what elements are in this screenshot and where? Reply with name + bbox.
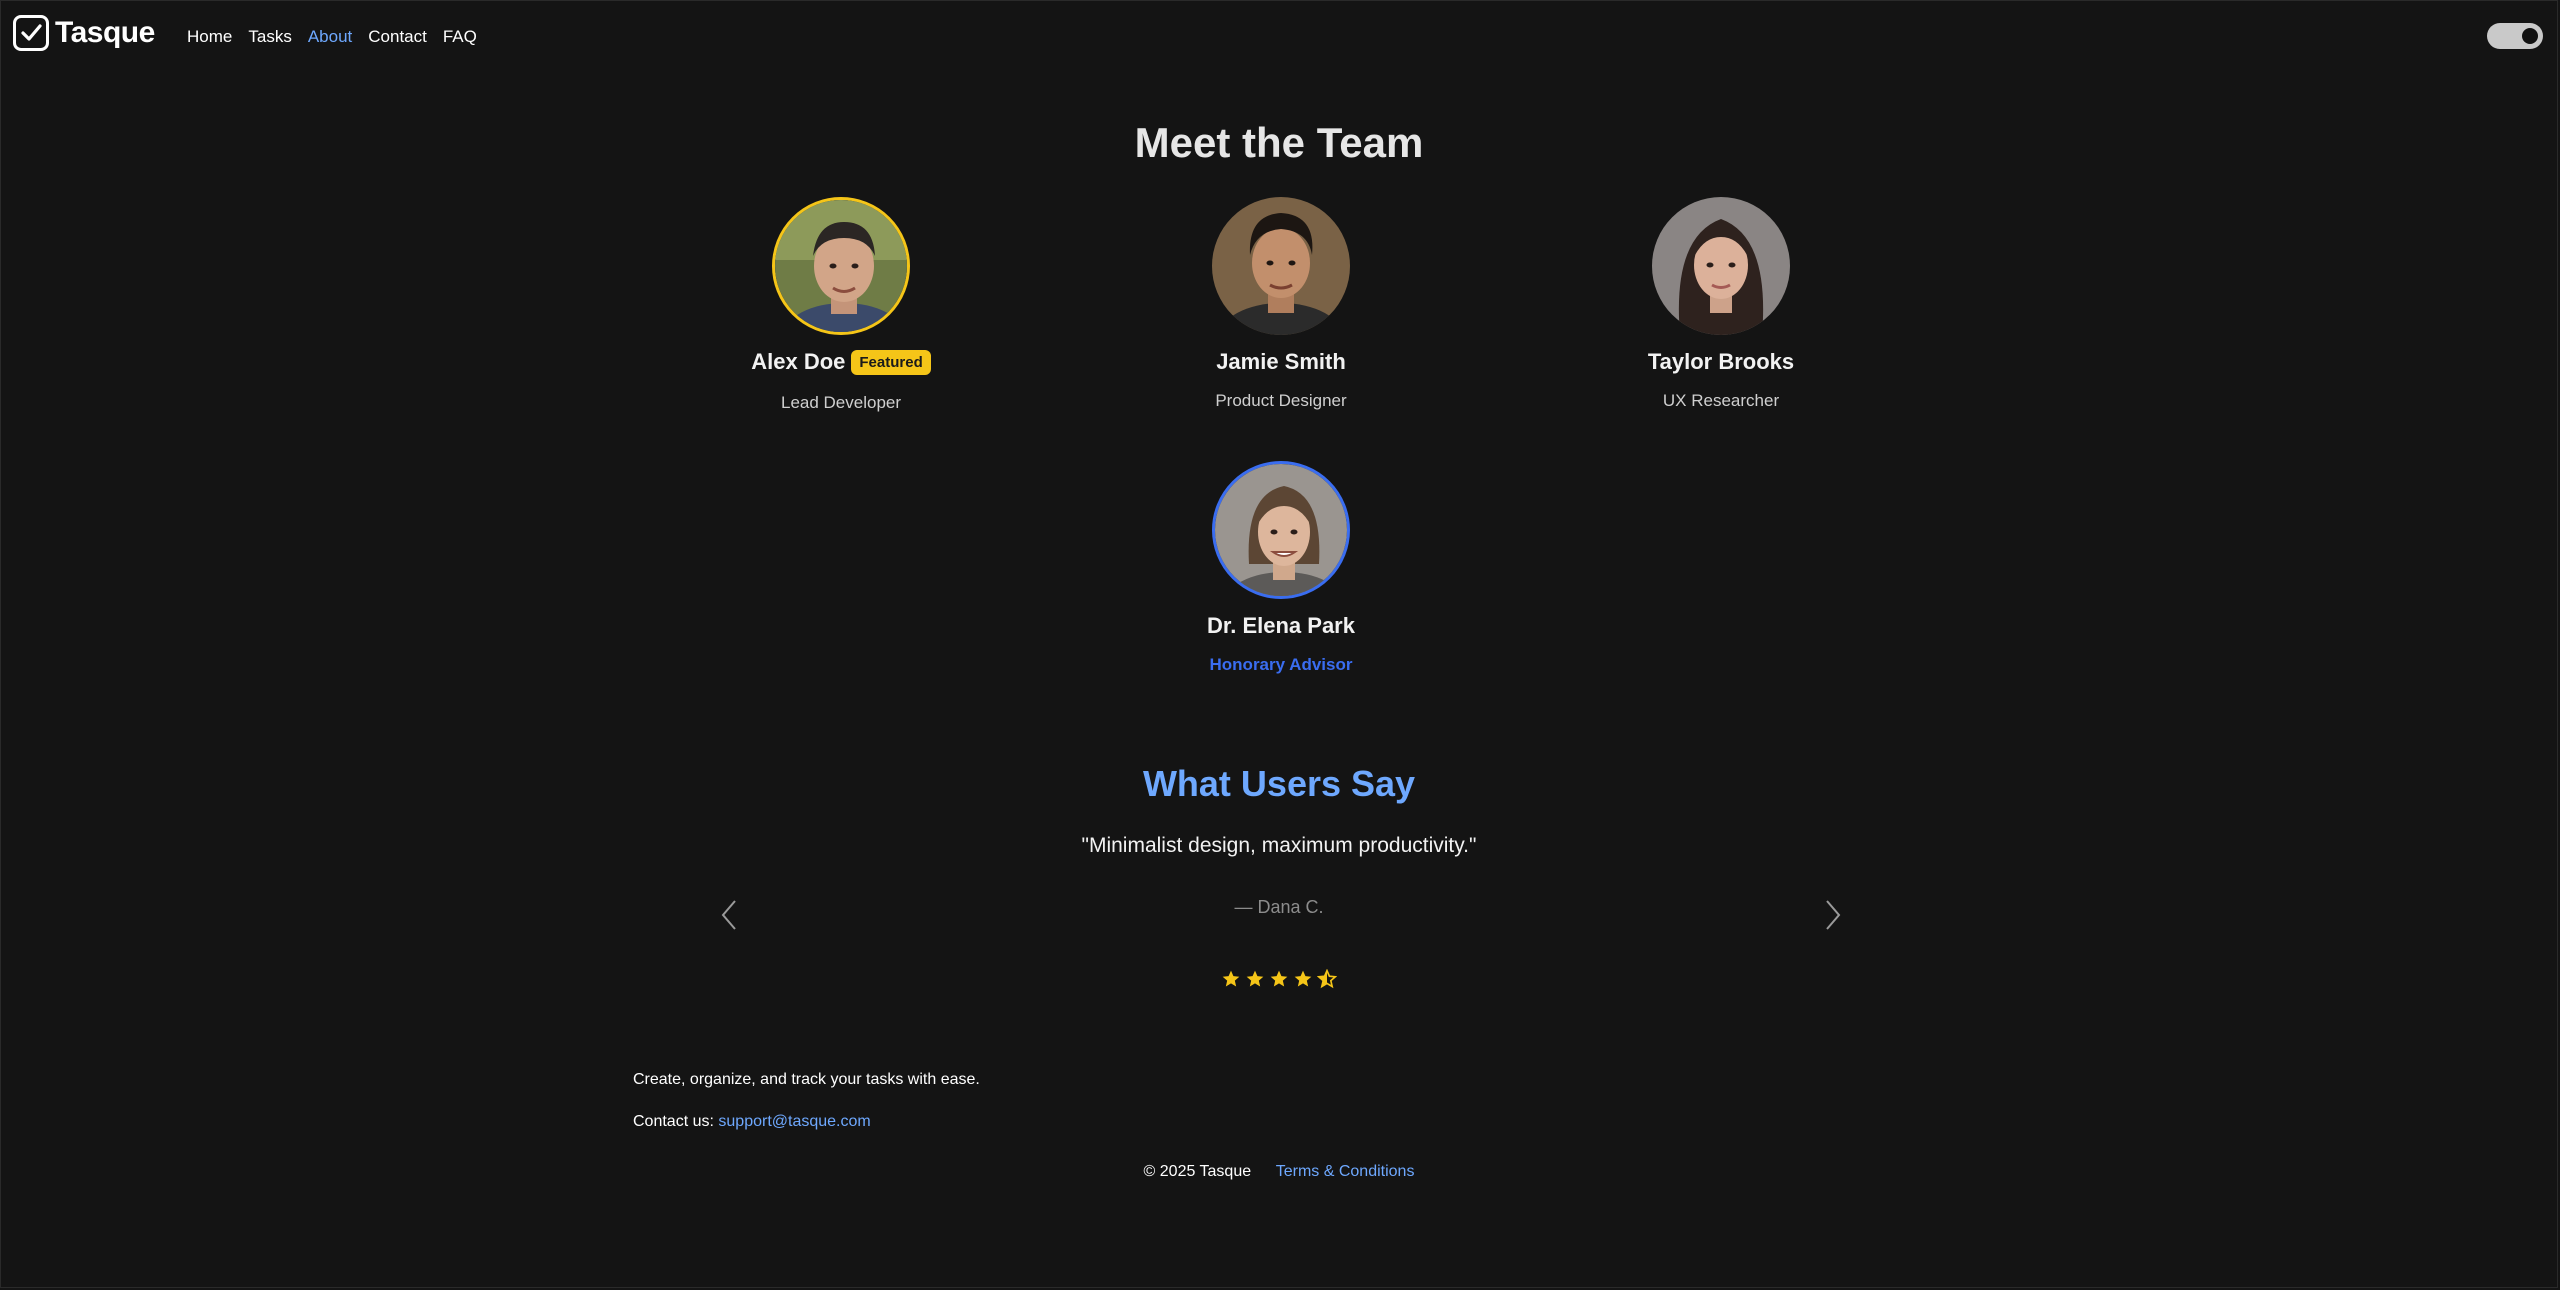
rating-stars <box>1 969 2557 989</box>
checkmark-logo-icon <box>13 15 49 51</box>
testimonial-author: — Dana C. <box>1234 897 1324 917</box>
nav-about[interactable]: About <box>308 27 352 47</box>
contact-label: Contact us: <box>633 1113 714 1130</box>
team-member-alex-doe: Alex Doe Featured Lead Developer <box>691 197 991 413</box>
copyright-text: © 2025 Tasque <box>1143 1163 1252 1180</box>
footer-contact: Contact us: support@tasque.com <box>633 1113 871 1131</box>
logo[interactable]: Tasque <box>13 15 155 51</box>
carousel-next-button[interactable] <box>1817 897 1847 933</box>
footer-bottom: © 2025 Tasque Terms & Conditions <box>1 1163 2557 1181</box>
team-member-elena-park: Dr. Elena Park Honorary Advisor <box>1131 461 1431 675</box>
team-member-jamie-smith: Jamie Smith Product Designer <box>1131 197 1431 411</box>
member-name-row: Dr. Elena Park <box>1131 613 1431 639</box>
nav-tasks[interactable]: Tasks <box>248 27 291 47</box>
navbar: Tasque Home Tasks About Contact FAQ <box>1 1 2557 73</box>
avatar <box>772 197 910 335</box>
page: Tasque Home Tasks About Contact FAQ Meet… <box>0 0 2558 1288</box>
footer-tagline: Create, organize, and track your tasks w… <box>633 1071 980 1088</box>
member-role: Product Designer <box>1215 391 1347 410</box>
nav-faq[interactable]: FAQ <box>443 27 477 47</box>
team-member-taylor-brooks: Taylor Brooks UX Researcher <box>1571 197 1871 411</box>
star-icon <box>1294 970 1312 987</box>
member-role: Lead Developer <box>780 393 902 412</box>
nav-contact[interactable]: Contact <box>368 27 427 47</box>
terms-link[interactable]: Terms & Conditions <box>1276 1163 1415 1180</box>
member-role: Honorary Advisor <box>1209 655 1353 674</box>
member-name-row: Taylor Brooks <box>1571 349 1871 375</box>
chevron-right-icon <box>1826 900 1841 930</box>
contact-email-link[interactable]: support@tasque.com <box>718 1113 870 1130</box>
nav-home[interactable]: Home <box>187 27 232 47</box>
member-name: Jamie Smith <box>1216 349 1346 374</box>
member-name: Dr. Elena Park <box>1207 613 1355 638</box>
member-name-row: Jamie Smith <box>1131 349 1431 375</box>
team-title: Meet the Team <box>1134 119 1424 166</box>
star-icon <box>1270 970 1288 987</box>
chevron-left-icon <box>721 900 736 930</box>
star-icon <box>1222 970 1240 987</box>
star-half-icon <box>1317 969 1337 989</box>
carousel-prev-button[interactable] <box>715 897 745 933</box>
avatar <box>1212 197 1350 335</box>
member-role: UX Researcher <box>1662 391 1780 410</box>
avatar <box>1652 197 1790 335</box>
logo-text: Tasque <box>55 16 155 49</box>
avatar <box>1212 461 1350 599</box>
member-name: Taylor Brooks <box>1647 349 1795 374</box>
main-nav: Home Tasks About Contact FAQ <box>187 27 477 47</box>
testimonial-quote: "Minimalist design, maximum productivity… <box>1081 834 1477 857</box>
toggle-knob <box>2522 28 2538 44</box>
featured-badge: Featured <box>851 349 931 375</box>
theme-toggle[interactable] <box>2487 23 2543 49</box>
star-icon <box>1246 970 1264 987</box>
member-name-row: Alex Doe Featured <box>691 349 991 375</box>
member-name: Alex Doe <box>751 349 846 374</box>
testimonials-title: What Users Say <box>1142 763 1416 804</box>
